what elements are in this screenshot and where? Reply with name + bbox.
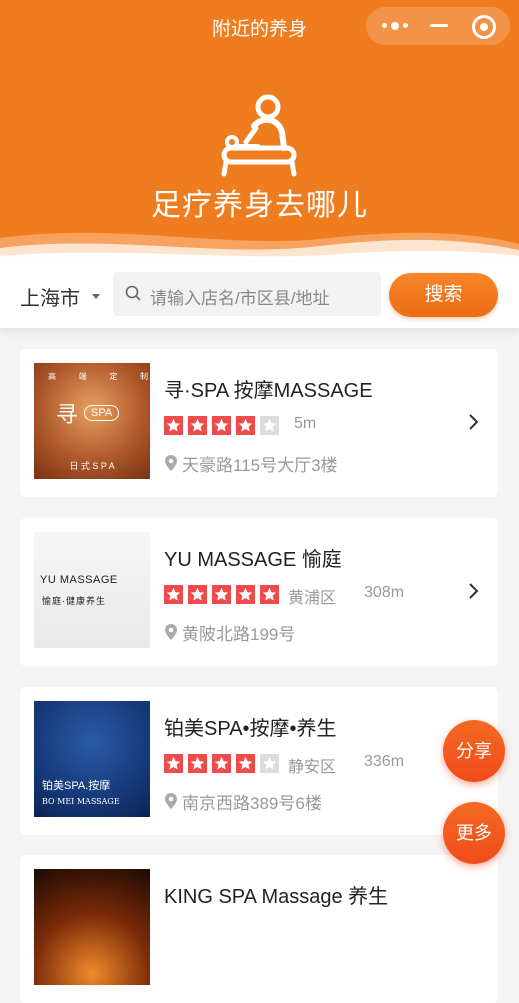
target-close-icon[interactable] <box>472 15 496 39</box>
search-icon <box>125 285 141 301</box>
city-selector[interactable]: 上海市 <box>20 282 80 311</box>
shop-name: 寻·SPA 按摩MASSAGE <box>164 380 373 402</box>
location-pin-icon <box>165 455 177 471</box>
mini-program-capsule <box>366 7 510 45</box>
star-filled-icon <box>164 754 183 773</box>
more-dots-icon[interactable] <box>380 17 412 35</box>
chevron-right-icon[interactable] <box>468 413 480 431</box>
shop-thumbnail: 铂美SPA.按摩 BO MEI MASSAGE <box>34 701 150 817</box>
star-filled-icon <box>164 585 183 604</box>
shop-thumbnail: YU MASSAGE 愉庭·健康养生 <box>34 532 150 648</box>
star-filled-icon <box>212 416 231 435</box>
shop-thumbnail <box>34 869 150 985</box>
shop-card[interactable]: YU MASSAGE 愉庭·健康养生 YU MASSAGE 愉庭 黄浦区 308… <box>20 518 498 666</box>
header-wave <box>0 232 519 262</box>
star-filled-icon <box>188 754 207 773</box>
shop-address: 黄陂北路199号 <box>182 625 296 644</box>
shop-distance: 336m <box>364 753 405 770</box>
shop-address: 天豪路115号大厅3楼 <box>182 456 338 475</box>
location-pin-icon <box>165 624 177 640</box>
slogan: 足疗养身去哪儿 <box>151 189 368 222</box>
search-input[interactable]: 请输入店名/市区县/地址 <box>150 284 329 309</box>
shop-address: 南京西路389号6楼 <box>182 794 322 813</box>
shop-name: YU MASSAGE 愉庭 <box>164 549 342 571</box>
star-filled-icon <box>236 416 255 435</box>
shop-district: 静安区 <box>288 759 337 776</box>
star-filled-icon <box>188 416 207 435</box>
shop-thumbnail: 高端定制 寻 SPA 日 式 S P A <box>34 363 150 479</box>
more-button[interactable]: 更多 <box>443 802 505 864</box>
shop-card[interactable]: 高端定制 寻 SPA 日 式 S P A 寻·SPA 按摩MASSAGE 5m … <box>20 349 498 497</box>
star-empty-icon <box>260 754 279 773</box>
shop-distance: 5m <box>294 415 317 432</box>
star-empty-icon <box>260 416 279 435</box>
shop-card[interactable]: KING SPA Massage 养生 <box>20 855 498 1003</box>
shop-card[interactable]: 铂美SPA.按摩 BO MEI MASSAGE 铂美SPA•按摩•养生 静安区 … <box>20 687 498 835</box>
caret-down-icon[interactable] <box>92 294 100 299</box>
chevron-right-icon[interactable] <box>468 582 480 600</box>
massage-person-icon <box>221 94 297 177</box>
star-filled-icon <box>236 585 255 604</box>
shop-district: 黄浦区 <box>288 590 337 607</box>
share-button[interactable]: 分享 <box>443 720 505 782</box>
minimize-icon[interactable] <box>430 24 448 27</box>
star-filled-icon <box>188 585 207 604</box>
location-pin-icon <box>165 793 177 809</box>
star-filled-icon <box>212 585 231 604</box>
shop-name: 铂美SPA•按摩•养生 <box>164 718 337 740</box>
star-filled-icon <box>212 754 231 773</box>
star-filled-icon <box>260 585 279 604</box>
star-filled-icon <box>236 754 255 773</box>
search-button[interactable]: 搜索 <box>389 273 498 317</box>
star-filled-icon <box>164 416 183 435</box>
search-box[interactable]: 请输入店名/市区县/地址 <box>113 272 381 316</box>
header-banner: 附近的养身 足疗养身去哪儿 <box>0 0 519 262</box>
shop-distance: 308m <box>364 584 405 601</box>
search-bar: 上海市 请输入店名/市区县/地址 搜索 <box>0 262 519 328</box>
shop-name: KING SPA Massage 养生 <box>164 886 389 908</box>
